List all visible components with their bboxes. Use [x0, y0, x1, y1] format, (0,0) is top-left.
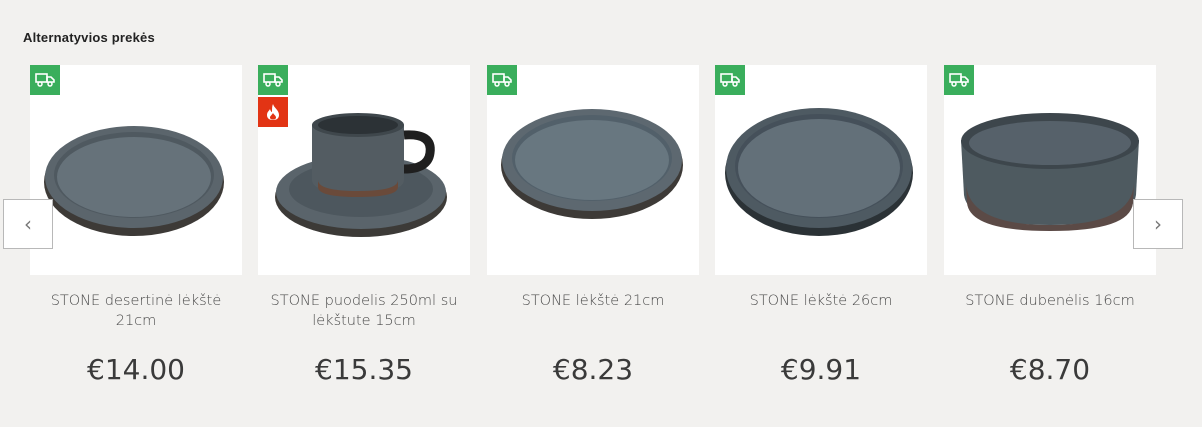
product-price: €14.00 [87, 353, 185, 386]
delivery-truck-icon [944, 65, 974, 95]
delivery-truck-icon [487, 65, 517, 95]
product-card[interactable]: STONE desertinė lėkštė 21cm €14.00 [30, 65, 242, 405]
product-card[interactable]: STONE puodelis 250ml su lėkštute 15cm €1… [258, 65, 470, 405]
product-carousel: STONE desertinė lėkštė 21cm €14.00 STONE [30, 65, 1156, 405]
product-name[interactable]: STONE dubenėlis 16cm [952, 291, 1148, 311]
product-card[interactable]: STONE lėkštė 26cm €9.91 [715, 65, 927, 405]
product-image[interactable] [30, 65, 242, 275]
fire-icon [258, 97, 288, 127]
plate-icon [501, 109, 683, 219]
product-image[interactable] [944, 65, 1156, 275]
carousel-next-button[interactable]: › [1133, 199, 1183, 249]
product-name[interactable]: STONE lėkštė 21cm [495, 291, 691, 311]
product-price: €9.91 [780, 353, 862, 386]
cup-saucer-icon [275, 113, 447, 237]
delivery-truck-icon [715, 65, 745, 95]
carousel-prev-button[interactable]: ‹ [3, 199, 53, 249]
product-image[interactable] [487, 65, 699, 275]
product-name[interactable]: STONE desertinė lėkštė 21cm [38, 291, 234, 331]
product-price: €8.70 [1009, 353, 1091, 386]
product-price: €8.23 [552, 353, 634, 386]
product-name[interactable]: STONE puodelis 250ml su lėkštute 15cm [266, 291, 462, 331]
plate-icon [44, 126, 224, 236]
section-title: Alternatyvios prekės [23, 30, 155, 45]
product-card[interactable]: STONE lėkštė 21cm €8.23 [487, 65, 699, 405]
product-card[interactable]: STONE dubenėlis 16cm €8.70 [944, 65, 1156, 405]
product-name[interactable]: STONE lėkštė 26cm [723, 291, 919, 311]
product-image[interactable] [715, 65, 927, 275]
delivery-truck-icon [30, 65, 60, 95]
delivery-truck-icon [258, 65, 288, 95]
product-image[interactable] [258, 65, 470, 275]
plate-icon [725, 108, 913, 236]
product-price: €15.35 [315, 353, 413, 386]
bowl-icon [961, 113, 1139, 231]
